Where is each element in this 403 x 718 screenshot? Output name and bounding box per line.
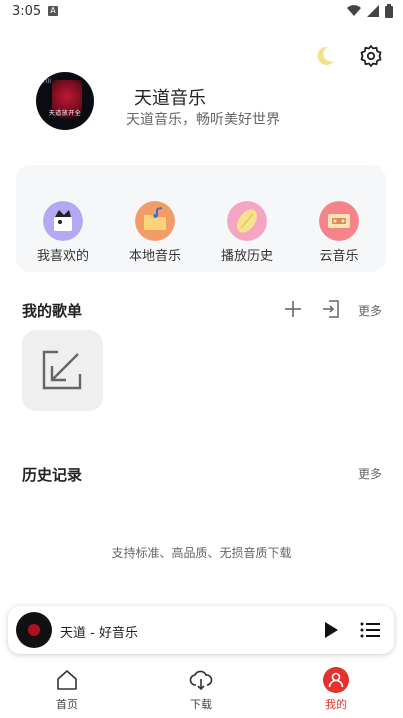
home-icon <box>57 670 77 690</box>
battery-icon <box>385 4 393 18</box>
my-playlists-title: 我的歌单 <box>22 302 83 320</box>
import-arrow-icon <box>42 350 82 390</box>
history-disc-icon <box>227 201 267 241</box>
mini-player[interactable]: 天道 - 好音乐 <box>8 606 394 654</box>
status-icons <box>347 4 393 18</box>
status-bar: 3:05 A <box>0 0 403 24</box>
history-more-link[interactable]: 更多 <box>358 465 382 482</box>
quick-action-label: 云音乐 <box>319 249 359 264</box>
player-track-title: 天道 - 好音乐 <box>60 626 138 641</box>
notification-icon: A <box>48 6 58 16</box>
nav-label: 首页 <box>56 698 78 711</box>
cloud-download-icon <box>189 670 213 691</box>
play-icon[interactable] <box>322 621 340 639</box>
nav-label: 我的 <box>325 698 347 711</box>
import-playlist-tile[interactable] <box>22 330 103 411</box>
history-empty-text: 支持标准、高品质、无损音质下载 <box>111 546 292 560</box>
playlist-queue-icon[interactable] <box>360 621 380 639</box>
quick-action-label: 本地音乐 <box>128 249 181 264</box>
my-playlists-more-link[interactable]: 更多 <box>358 302 382 319</box>
status-time: 3:05 <box>12 4 42 19</box>
quick-action-label: 播放历史 <box>220 249 273 264</box>
history-title: 历史记录 <box>22 466 83 484</box>
avatar[interactable]: TIII 天道放开全 <box>36 72 94 130</box>
favorites-icon <box>43 201 83 241</box>
bottom-nav: 首页 下载 我的 <box>0 662 403 718</box>
import-playlist-icon[interactable] <box>320 298 342 320</box>
top-actions <box>313 44 383 68</box>
gear-icon[interactable] <box>359 44 383 68</box>
profile-name: 天道音乐 <box>134 88 206 109</box>
wifi-icon <box>347 5 361 17</box>
quick-actions-card: 我喜欢的 本地音乐 播放历史 云音乐 <box>16 165 386 272</box>
cassette-icon <box>319 201 359 241</box>
quick-action-label: 我喜欢的 <box>36 249 89 264</box>
profile-subtitle: 天道音乐，畅听美好世界 <box>126 112 280 128</box>
signal-icon <box>367 5 379 17</box>
album-disc <box>16 612 52 648</box>
nav-label: 下载 <box>190 698 212 711</box>
user-icon <box>328 672 344 688</box>
avatar-caption: 天道放开全 <box>48 110 82 117</box>
add-playlist-icon[interactable] <box>282 298 304 320</box>
moon-icon[interactable] <box>313 44 337 68</box>
folder-music-icon <box>135 201 175 241</box>
profile-header[interactable]: TIII 天道放开全 天道音乐 天道音乐，畅听美好世界 <box>36 72 376 132</box>
